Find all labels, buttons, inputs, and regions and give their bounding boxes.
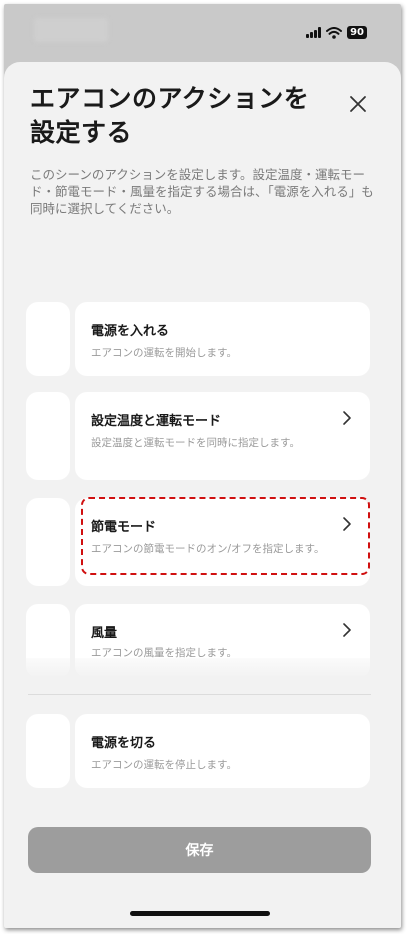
sheet-description: このシーンのアクションを設定します。設定温度・運転モード・節電モード・風量を指定… [30, 167, 374, 216]
save-button[interactable]: 保存 [28, 827, 371, 873]
action-checkbox[interactable] [26, 714, 70, 788]
action-title: 風量 [91, 626, 118, 641]
action-checkbox[interactable] [26, 498, 70, 586]
action-description: エアコンの運転を開始します。 [91, 347, 237, 359]
action-description: エアコンの運転を停止します。 [91, 759, 237, 771]
action-row-temperature-mode: 設定温度と運転モード 設定温度と運転モードを同時に指定します。 [4, 392, 401, 480]
action-card-temperature-mode[interactable]: 設定温度と運転モード 設定温度と運転モードを同時に指定します。 [75, 392, 370, 480]
status-bar: 90 [4, 4, 401, 60]
sheet-title: エアコンのアクションを設定する [30, 84, 310, 147]
status-time-blurred [34, 18, 108, 42]
action-card-power-saving[interactable]: 節電モード エアコンの節電モードのオン/オフを指定します。 [75, 498, 370, 586]
action-title: 設定温度と運転モード [91, 414, 222, 429]
action-row-power-off: 電源を切る エアコンの運転を停止します。 [4, 714, 401, 788]
close-icon [350, 96, 366, 112]
action-title: 節電モード [91, 520, 157, 535]
signal-icon [306, 27, 322, 38]
action-title: 電源を入れる [91, 324, 170, 339]
action-card-power-off[interactable]: 電源を切る エアコンの運転を停止します。 [75, 714, 370, 788]
scroll-fade [4, 658, 401, 678]
action-row-power-on: 電源を入れる エアコンの運転を開始します。 [4, 302, 401, 376]
section-divider [28, 694, 371, 695]
action-description: 設定温度と運転モードを同時に指定します。 [91, 437, 300, 449]
action-checkbox[interactable] [26, 392, 70, 480]
close-button[interactable] [346, 92, 370, 116]
action-title: 電源を切る [91, 736, 157, 751]
action-description: エアコンの節電モードのオン/オフを指定します。 [91, 543, 325, 555]
chevron-right-icon [343, 517, 351, 531]
chevron-right-icon [343, 623, 351, 637]
phone-screen: 90 エアコンのアクションを設定する このシーンのアクションを設定します。設定温… [4, 4, 401, 928]
wifi-icon [326, 26, 343, 39]
action-card-power-on[interactable]: 電源を入れる エアコンの運転を開始します。 [75, 302, 370, 376]
chevron-right-icon [343, 411, 351, 425]
action-settings-sheet: エアコンのアクションを設定する このシーンのアクションを設定します。設定温度・運… [4, 62, 401, 928]
battery-icon: 90 [347, 26, 367, 39]
status-icons: 90 [306, 26, 367, 39]
action-row-power-saving: 節電モード エアコンの節電モードのオン/オフを指定します。 [4, 498, 401, 586]
action-checkbox[interactable] [26, 302, 70, 376]
home-indicator [130, 911, 270, 916]
